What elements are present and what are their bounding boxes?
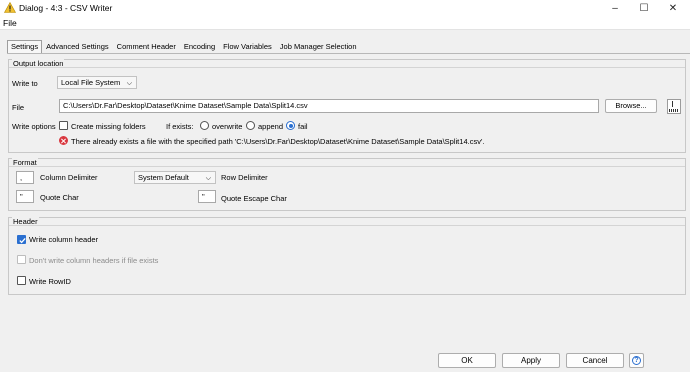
file-path-input[interactable]: C:\Users\Dr.Far\Desktop\Dataset\Knime Da… [59,99,599,113]
help-button[interactable]: ? [629,353,644,368]
create-missing-folders-label: Create missing folders [71,122,146,131]
title-bar: Dialog - 4:3 - CSV Writer – ☐ ✕ [0,0,690,16]
quote-char-label: Quote Char [40,193,79,202]
menu-bar: File [0,16,690,30]
write-to-label: Write to [12,79,38,88]
write-to-dropdown[interactable]: Local File System ⌵ [57,76,137,89]
help-icon: ? [632,356,641,365]
tab-job-manager-selection[interactable]: Job Manager Selection [276,40,361,53]
column-delimiter-input[interactable]: , [16,171,34,184]
write-rowid-checkbox[interactable] [17,276,26,285]
chevron-down-icon: ⌵ [126,80,132,87]
minimize-button[interactable]: – [600,0,630,16]
tab-settings[interactable]: Settings [7,40,43,53]
close-button[interactable]: ✕ [658,0,688,16]
tab-comment-header[interactable]: Comment Header [113,40,180,53]
quote-escape-char-label: Quote Escape Char [221,194,287,203]
tab-divider [7,53,690,54]
apply-button[interactable]: Apply [502,353,560,368]
header-group: Header Write column header Don't write c… [8,217,686,295]
menu-file[interactable]: File [3,18,17,28]
write-rowid-label: Write RowID [29,277,71,286]
fail-radio[interactable] [286,121,295,130]
tab-advanced-settings[interactable]: Advanced Settings [42,40,113,53]
tab-encoding[interactable]: Encoding [180,40,219,53]
format-group: Format , Column Delimiter System Default… [8,158,686,211]
column-delimiter-label: Column Delimiter [40,173,98,182]
window-title: Dialog - 4:3 - CSV Writer [19,3,113,13]
write-to-value: Local File System [61,78,121,87]
dont-write-headers-checkbox[interactable] [17,255,26,264]
file-system-connection-icon[interactable] [667,99,681,114]
cancel-button[interactable]: Cancel [566,353,624,368]
group-divider [9,67,685,68]
row-delimiter-dropdown[interactable]: System Default ⌵ [134,171,216,184]
append-radio[interactable] [246,121,255,130]
overwrite-radio[interactable] [200,121,209,130]
overwrite-label: overwrite [212,122,243,131]
group-divider [9,166,685,167]
if-exists-label: If exists: [166,122,194,131]
error-icon [59,136,68,145]
create-missing-folders-checkbox[interactable] [59,121,68,130]
append-label: append [258,122,284,131]
browse-button[interactable]: Browse... [605,99,657,113]
ok-button[interactable]: OK [438,353,496,368]
dont-write-headers-label: Don't write column headers if file exist… [29,256,159,265]
fail-label: fail [298,122,308,131]
write-column-header-checkbox[interactable] [17,235,26,244]
write-options-label: Write options [12,122,56,131]
row-delimiter-label: Row Delimiter [221,173,268,182]
chevron-down-icon: ⌵ [205,175,211,182]
write-column-header-label: Write column header [29,235,99,244]
group-divider [9,225,685,226]
tab-flow-variables[interactable]: Flow Variables [219,40,276,53]
quote-escape-char-input[interactable]: " [198,190,216,203]
checkmark-icon [19,237,26,244]
output-location-group: Output location Write to Local File Syst… [8,59,686,153]
warning-icon [4,2,16,13]
file-label: File [12,103,25,112]
tab-bar: Settings Advanced Settings Comment Heade… [7,40,361,53]
error-message: There already exists a file with the spe… [71,137,485,146]
row-delimiter-value: System Default [138,173,189,182]
maximize-button[interactable]: ☐ [629,0,659,16]
quote-char-input[interactable]: " [16,190,34,203]
